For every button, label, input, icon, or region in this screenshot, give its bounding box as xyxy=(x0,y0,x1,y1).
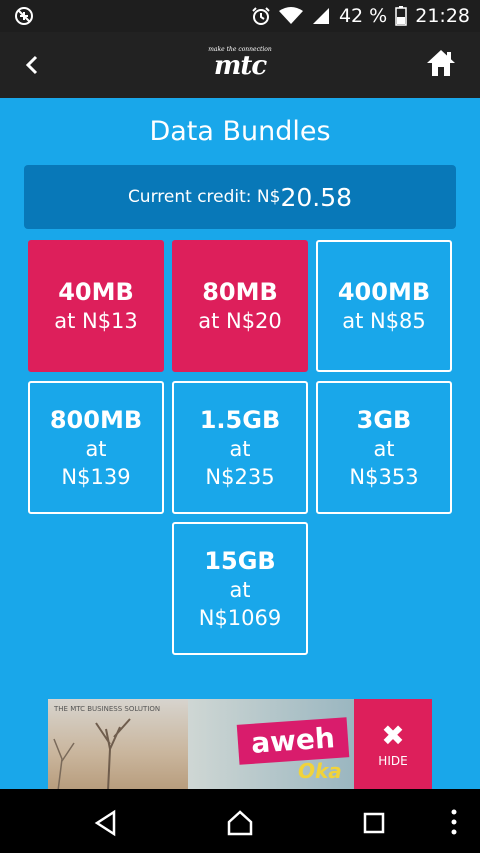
credit-label: Current credit: N$ xyxy=(127,187,281,207)
no-signal-icon xyxy=(14,6,34,26)
status-bar: 42 % 21:28 xyxy=(0,0,480,32)
bundle-price: at N$13 xyxy=(54,309,138,333)
current-credit-box: Current credit: N$ 20.58 xyxy=(24,165,456,229)
home-circle-icon[interactable] xyxy=(226,809,254,837)
bundle-size: 1.5GB xyxy=(199,405,281,434)
bundle-tile-3gb[interactable]: 3GB at N$353 xyxy=(316,381,452,514)
system-nav-bar xyxy=(0,789,480,853)
bundle-size: 15GB xyxy=(204,546,276,575)
bundle-price-amount: N$235 xyxy=(205,464,275,489)
bundle-price-at: at xyxy=(85,436,107,461)
wifi-icon xyxy=(278,6,303,26)
bundle-price-at: at xyxy=(373,436,395,461)
back-button[interactable] xyxy=(16,49,48,81)
bundle-price: at N$85 xyxy=(342,309,426,333)
recents-square-icon[interactable] xyxy=(360,809,388,837)
battery-icon xyxy=(395,6,407,26)
bundle-price-at: at xyxy=(229,577,251,602)
bundle-tile-40mb[interactable]: 40MB at N$13 xyxy=(28,240,164,372)
page-title: Data Bundles xyxy=(149,116,331,147)
ad-banner[interactable]: THE MTC BUSINESS SOLUTION aweh Oka ✖ HID… xyxy=(48,699,432,791)
bundle-price-amount: N$1069 xyxy=(198,605,282,630)
hide-ad-button[interactable]: ✖ HIDE xyxy=(354,699,432,791)
chevron-left-icon xyxy=(25,55,38,75)
app-bar: make the connection mtc xyxy=(0,32,480,98)
hide-label: HIDE xyxy=(378,754,408,768)
clock: 21:28 xyxy=(415,5,470,27)
bundle-tile-15gb[interactable]: 15GB at N$1069 xyxy=(172,522,308,655)
home-icon xyxy=(427,50,455,76)
bundle-price-at: at xyxy=(229,436,251,461)
bundle-size: 3GB xyxy=(356,405,412,434)
bundle-size: 40MB xyxy=(58,278,134,306)
bundle-size: 80MB xyxy=(202,278,278,306)
bundle-price-amount: N$139 xyxy=(61,464,131,489)
ad-sub-text: Oka xyxy=(298,759,342,783)
bundle-size: 400MB xyxy=(337,278,431,306)
bundle-price-amount: N$353 xyxy=(349,464,419,489)
home-button[interactable] xyxy=(424,46,458,80)
back-triangle-icon[interactable] xyxy=(92,809,120,837)
close-icon: ✖ xyxy=(381,719,405,752)
mtc-logo: make the connection mtc xyxy=(190,44,290,88)
bundle-size: 800MB xyxy=(49,405,143,434)
battery-percent: 42 % xyxy=(338,5,388,27)
bundle-price: at N$20 xyxy=(198,309,282,333)
logo-text: mtc xyxy=(213,51,267,81)
more-vert-icon[interactable] xyxy=(448,807,460,837)
bundle-tile-1-5gb[interactable]: 1.5GB at N$235 xyxy=(172,381,308,514)
bundle-tile-800mb[interactable]: 800MB at N$139 xyxy=(28,381,164,514)
alarm-icon xyxy=(251,6,271,26)
credit-amount: 20.58 xyxy=(280,182,353,212)
bundle-tile-400mb[interactable]: 400MB at N$85 xyxy=(316,240,452,372)
cell-signal-icon xyxy=(311,6,331,26)
bundle-tile-80mb[interactable]: 80MB at N$20 xyxy=(172,240,308,372)
ad-brand-text: aweh xyxy=(236,717,350,765)
ad-image-landscape: THE MTC BUSINESS SOLUTION xyxy=(48,699,188,791)
